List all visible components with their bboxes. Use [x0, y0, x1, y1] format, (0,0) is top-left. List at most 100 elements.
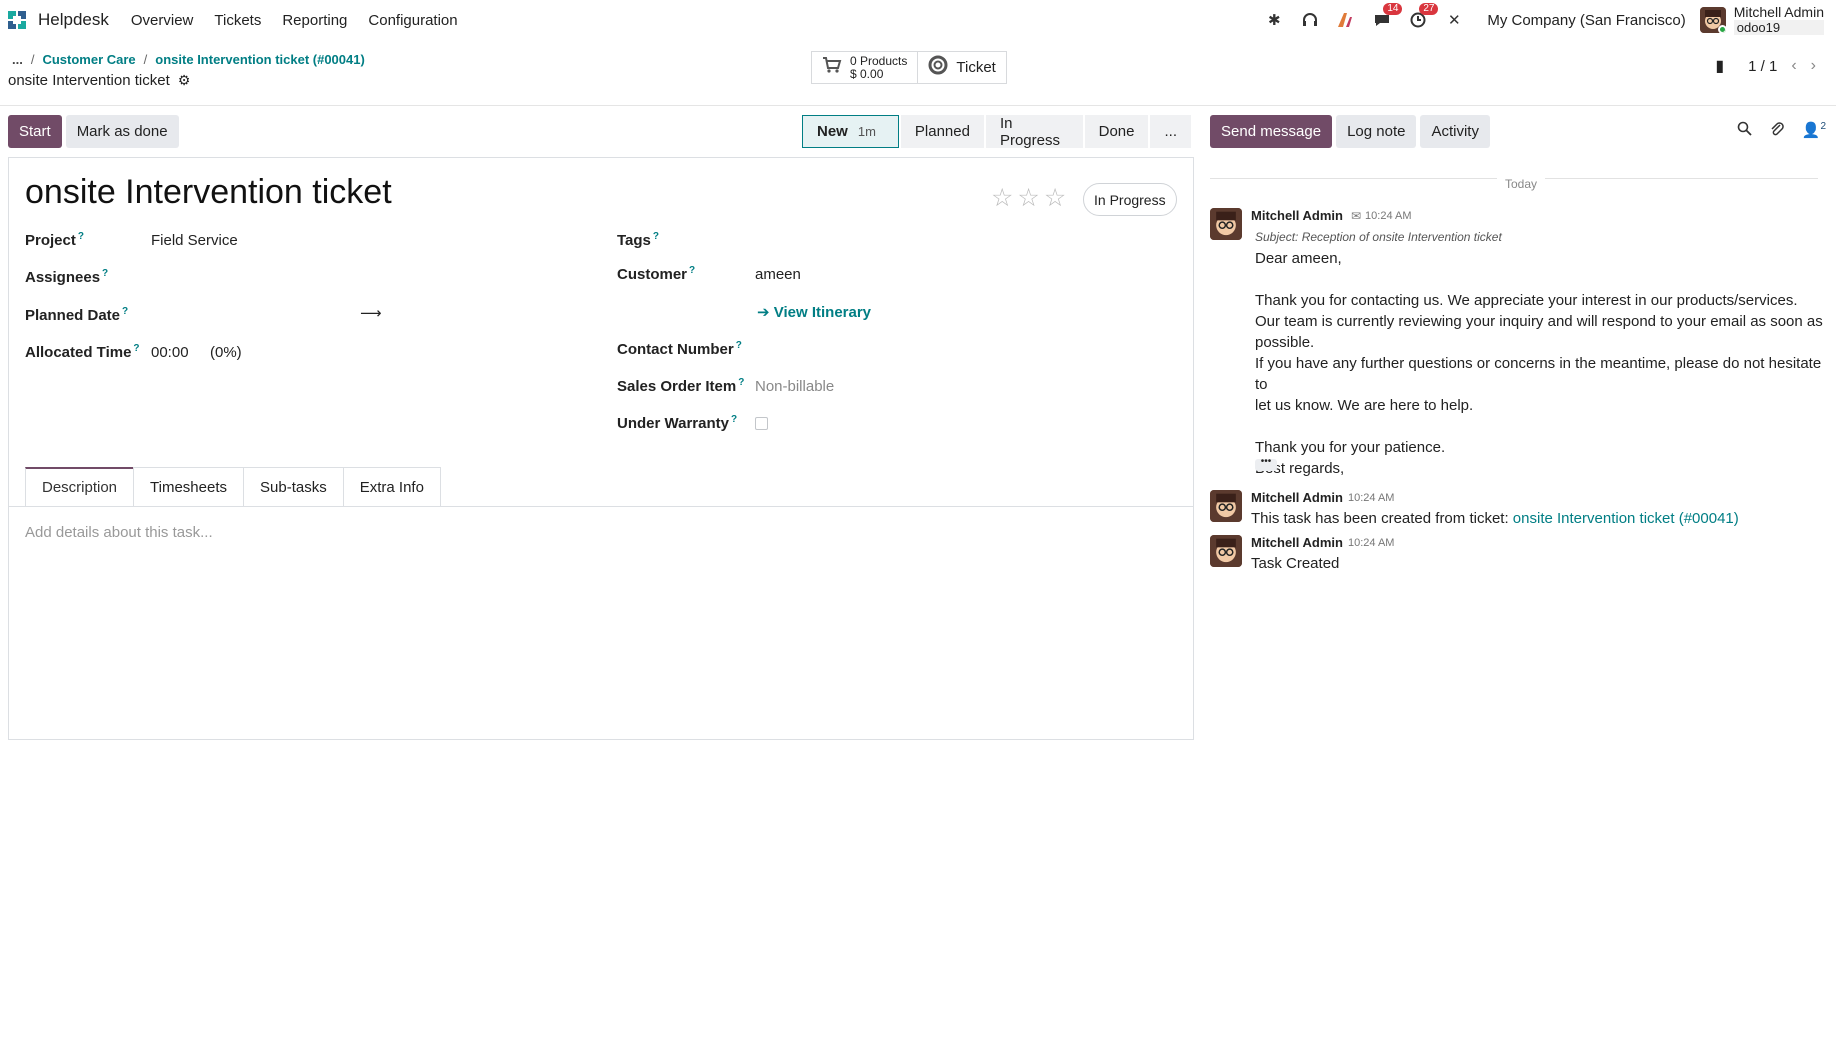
- breadcrumb-ticket[interactable]: onsite Intervention ticket (#00041): [155, 52, 365, 67]
- chatter-message: Mitchell Admin 10:24 AM Task Created: [1210, 535, 1830, 575]
- tools-icon[interactable]: ✕: [1443, 9, 1465, 31]
- helpdesk-logo-icon: [8, 11, 26, 29]
- kanban-state-badge[interactable]: In Progress: [1083, 183, 1177, 216]
- chatter-buttons: Send message Log note Activity: [1210, 115, 1490, 148]
- breadcrumb-more[interactable]: ...: [12, 52, 23, 67]
- star-icon[interactable]: ☆: [991, 186, 1013, 211]
- expand-message-button[interactable]: •••: [1255, 457, 1277, 471]
- message-author[interactable]: Mitchell Admin: [1251, 535, 1343, 550]
- message-subject: Subject: Reception of onsite Interventio…: [1255, 230, 1502, 244]
- project-field[interactable]: Field Service: [151, 232, 238, 249]
- company-switcher[interactable]: My Company (San Francisco): [1487, 12, 1685, 29]
- pager-value[interactable]: 1 / 1: [1748, 58, 1777, 75]
- control-panel: ... / Customer Care / onsite Interventio…: [0, 44, 1836, 106]
- message-header: Mitchell Admin 10:24 AM: [1251, 535, 1394, 550]
- paperclip-icon[interactable]: [1770, 121, 1784, 141]
- assignees-field[interactable]: [151, 268, 591, 288]
- message-body: This task has been created from ticket: …: [1251, 510, 1739, 527]
- user-icon: 👤: [1801, 122, 1821, 139]
- followers-count: 2: [1820, 121, 1826, 132]
- bug-icon[interactable]: ✱: [1263, 9, 1285, 31]
- menu-overview[interactable]: Overview: [131, 12, 194, 29]
- ticket-link[interactable]: onsite Intervention ticket (#00041): [1513, 510, 1739, 527]
- arrow-right-icon: ➔: [757, 304, 774, 321]
- form-sheet: onsite Intervention ticket ☆ ☆ ☆ In Prog…: [8, 157, 1194, 740]
- chat-icon[interactable]: 14: [1371, 3, 1403, 31]
- activity-badge: 27: [1419, 3, 1439, 15]
- ticket-smart-button[interactable]: Ticket: [918, 51, 1007, 84]
- priority-stars: ☆ ☆ ☆: [991, 186, 1066, 211]
- tab-description[interactable]: Description: [25, 467, 135, 506]
- tags-field[interactable]: [755, 231, 1185, 251]
- app-brand[interactable]: Helpdesk: [6, 9, 131, 31]
- ticket-title[interactable]: onsite Intervention ticket: [25, 173, 392, 212]
- view-itinerary-link[interactable]: ➔ View Itinerary: [757, 303, 871, 321]
- allocated-time-field[interactable]: 00:00: [151, 344, 189, 361]
- message-author[interactable]: Mitchell Admin: [1251, 208, 1343, 223]
- star-icon[interactable]: ☆: [1017, 186, 1039, 211]
- star-icon[interactable]: ☆: [1044, 186, 1066, 211]
- app-name: Helpdesk: [38, 10, 109, 29]
- planned-date-start-field[interactable]: [151, 306, 351, 326]
- sales-order-item-field[interactable]: Non-billable: [755, 378, 834, 395]
- arrow-right-icon: ⟶: [360, 305, 382, 322]
- products-count: 0 Products: [850, 53, 908, 68]
- stage-planned[interactable]: Planned: [900, 115, 984, 148]
- headset-icon[interactable]: [1299, 9, 1321, 31]
- message-time: 10:24 AM: [1365, 209, 1412, 222]
- tab-timesheets[interactable]: Timesheets: [133, 467, 245, 506]
- menu-tickets[interactable]: Tickets: [214, 12, 261, 29]
- avatar[interactable]: [1210, 208, 1242, 240]
- followers-button[interactable]: 👤2: [1802, 121, 1826, 141]
- user-menu[interactable]: Mitchell Admin odoo19: [1733, 4, 1824, 35]
- menu-reporting[interactable]: Reporting: [282, 12, 347, 29]
- smart-buttons: 0 Products $ 0.00 Ticket: [811, 51, 1007, 84]
- tags-label: Tags?: [617, 231, 660, 249]
- user-avatar[interactable]: [1699, 7, 1726, 33]
- breadcrumb-separator: /: [30, 52, 35, 67]
- allocated-time-label: Allocated Time?: [25, 343, 140, 361]
- tab-divider: [9, 506, 1193, 507]
- activity-button[interactable]: Activity: [1420, 115, 1490, 148]
- lifebuoy-icon: [928, 55, 948, 80]
- stage-more[interactable]: ...: [1150, 115, 1191, 148]
- customer-field[interactable]: ameen: [755, 266, 801, 283]
- planned-date-label: Planned Date?: [25, 306, 129, 324]
- search-icon[interactable]: [1737, 121, 1752, 141]
- message-time: 10:24 AM: [1347, 491, 1395, 504]
- under-warranty-checkbox[interactable]: [755, 417, 768, 430]
- contact-number-field[interactable]: [755, 340, 1185, 360]
- ai-icon[interactable]: [1335, 9, 1357, 31]
- pager: ▮ 1 / 1 ‹ ›: [1715, 56, 1816, 76]
- send-message-button[interactable]: Send message: [1210, 115, 1333, 148]
- chevron-right-icon[interactable]: ›: [1811, 57, 1816, 75]
- cart-icon: [822, 56, 842, 79]
- tab-extra-info[interactable]: Extra Info: [342, 467, 441, 506]
- clock-icon[interactable]: 27: [1407, 3, 1439, 31]
- top-navbar: Helpdesk Overview Tickets Reporting Conf…: [0, 0, 1836, 40]
- breadcrumb: ... / Customer Care / onsite Interventio…: [12, 52, 365, 67]
- tab-sub-tasks[interactable]: Sub-tasks: [243, 467, 344, 506]
- user-name: Mitchell Admin: [1733, 4, 1824, 20]
- log-note-button[interactable]: Log note: [1336, 115, 1417, 148]
- breadcrumb-customer-care[interactable]: Customer Care: [42, 52, 135, 67]
- stage-new[interactable]: New 1m: [802, 115, 899, 148]
- menu-configuration[interactable]: Configuration: [368, 12, 457, 29]
- systray: ✱ 14 27 ✕ My Company (San Francisco) Mit…: [1263, 0, 1836, 40]
- avatar[interactable]: [1210, 490, 1242, 522]
- bookmark-icon[interactable]: ▮: [1715, 56, 1724, 76]
- avatar[interactable]: [1210, 535, 1242, 567]
- message-header: Mitchell Admin ✉ 10:24 AM: [1251, 208, 1412, 223]
- stage-done[interactable]: Done: [1084, 115, 1149, 148]
- gear-icon[interactable]: ⚙: [178, 72, 191, 89]
- message-body: Dear ameen, Thank you for contacting us.…: [1255, 250, 1823, 477]
- description-editor[interactable]: Add details about this task...: [25, 524, 213, 541]
- allocated-time-percent: (0%): [210, 344, 242, 361]
- mark-as-done-button[interactable]: Mark as done: [65, 115, 179, 148]
- chevron-left-icon[interactable]: ‹: [1791, 57, 1796, 75]
- message-author[interactable]: Mitchell Admin: [1251, 490, 1343, 505]
- stage-duration: 1m: [857, 124, 876, 139]
- stage-in-progress[interactable]: In Progress: [985, 115, 1083, 149]
- products-smart-button[interactable]: 0 Products $ 0.00: [811, 51, 919, 84]
- start-button[interactable]: Start: [8, 115, 62, 148]
